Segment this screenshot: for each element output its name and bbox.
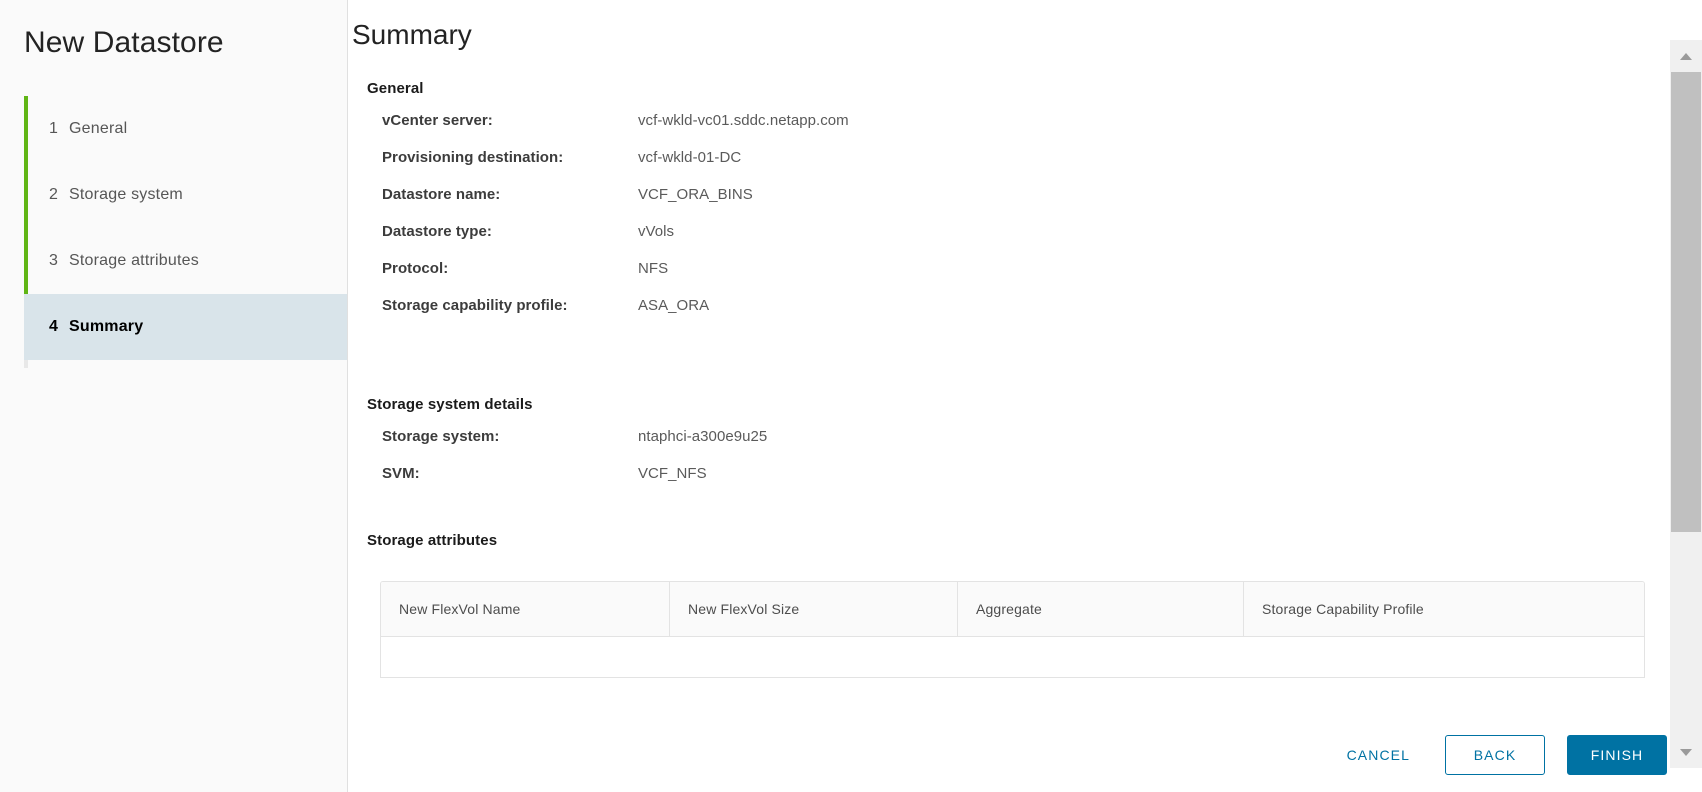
step-label: Storage system	[69, 186, 183, 203]
column-header-aggregate[interactable]: Aggregate	[957, 582, 1243, 636]
storage-system-fields: Storage system: ntaphci-a300e9u25 SVM: V…	[348, 428, 1702, 502]
scroll-up-button[interactable]	[1670, 40, 1702, 72]
scrollbar-thumb[interactable]	[1671, 72, 1701, 532]
column-header-new-flexvol-name[interactable]: New FlexVol Name	[381, 582, 669, 636]
general-fields: vCenter server: vcf-wkld-vc01.sddc.netap…	[348, 112, 1702, 334]
scroll-down-button[interactable]	[1670, 736, 1702, 768]
storage-attributes-table: New FlexVol Name New FlexVol Size Aggreg…	[380, 581, 1645, 678]
field-label: Protocol:	[382, 260, 449, 277]
step-number: 2	[49, 186, 59, 203]
chevron-up-icon	[1680, 52, 1692, 60]
field-label: vCenter server:	[382, 112, 493, 129]
wizard-title: New Datastore	[24, 26, 224, 59]
field-value: NFS	[638, 260, 669, 277]
summary-content: Summary General vCenter server: vcf-wkld…	[348, 0, 1702, 718]
column-header-new-flexvol-size[interactable]: New FlexVol Size	[669, 582, 957, 636]
back-button[interactable]: BACK	[1445, 735, 1545, 775]
storage-system-details-section: Storage system details Storage system: n…	[348, 396, 1702, 502]
finish-button[interactable]: FINISH	[1567, 735, 1667, 775]
page-title: Summary	[352, 19, 472, 50]
table-body	[381, 637, 1644, 677]
step-number: 1	[49, 120, 59, 137]
field-storage-system: Storage system: ntaphci-a300e9u25	[348, 428, 1702, 465]
chevron-down-icon	[1680, 748, 1692, 756]
field-provisioning-destination: Provisioning destination: vcf-wkld-01-DC	[348, 149, 1702, 186]
step-label: Storage attributes	[69, 252, 199, 269]
wizard-step-list: 1 General 2 Storage system 3 Storage att…	[0, 96, 347, 368]
sidebar-step-storage-system[interactable]: 2 Storage system	[24, 162, 347, 228]
field-label: Datastore type:	[382, 223, 492, 240]
field-value: ASA_ORA	[638, 297, 710, 314]
cancel-button[interactable]: CANCEL	[1328, 736, 1429, 774]
table-header-row: New FlexVol Name New FlexVol Size Aggreg…	[381, 582, 1644, 637]
wizard-sidebar: New Datastore 1 General 2 Storage system…	[0, 0, 348, 792]
vertical-scrollbar[interactable]	[1670, 40, 1702, 768]
field-value: ntaphci-a300e9u25	[638, 428, 768, 445]
step-label: General	[69, 120, 128, 137]
storage-system-details-heading: Storage system details	[367, 396, 533, 413]
storage-attributes-heading: Storage attributes	[367, 532, 498, 549]
field-svm: SVM: VCF_NFS	[348, 465, 1702, 502]
field-datastore-type: Datastore type: vVols	[348, 223, 1702, 260]
sidebar-step-summary[interactable]: 4 Summary	[24, 294, 347, 360]
field-value: vVols	[638, 223, 675, 240]
general-section: General vCenter server: vcf-wkld-vc01.sd…	[348, 80, 1702, 334]
step-number: 3	[49, 252, 59, 269]
field-protocol: Protocol: NFS	[348, 260, 1702, 297]
field-label: Provisioning destination:	[382, 149, 564, 166]
wizard-main-pane: Summary General vCenter server: vcf-wkld…	[348, 0, 1702, 792]
step-label: Summary	[69, 318, 144, 335]
field-value: vcf-wkld-01-DC	[638, 149, 742, 166]
column-header-storage-capability-profile[interactable]: Storage Capability Profile	[1243, 582, 1644, 636]
field-datastore-name: Datastore name: VCF_ORA_BINS	[348, 186, 1702, 223]
step-number: 4	[49, 318, 59, 335]
field-label: Storage system:	[382, 428, 500, 445]
storage-attributes-section: Storage attributes New FlexVol Name New …	[348, 532, 1702, 678]
field-label: Datastore name:	[382, 186, 501, 203]
field-value: VCF_NFS	[638, 465, 707, 482]
field-value: vcf-wkld-vc01.sddc.netapp.com	[638, 112, 849, 129]
new-datastore-wizard: New Datastore 1 General 2 Storage system…	[0, 0, 1702, 792]
field-label: SVM:	[382, 465, 420, 482]
field-label: Storage capability profile:	[382, 297, 568, 314]
sidebar-step-storage-attributes[interactable]: 3 Storage attributes	[24, 228, 347, 294]
general-heading: General	[367, 80, 424, 97]
sidebar-step-general[interactable]: 1 General	[24, 96, 347, 162]
field-vcenter-server: vCenter server: vcf-wkld-vc01.sddc.netap…	[348, 112, 1702, 149]
field-storage-capability-profile: Storage capability profile: ASA_ORA	[348, 297, 1702, 334]
field-value: VCF_ORA_BINS	[638, 186, 753, 203]
wizard-footer: CANCEL BACK FINISH	[348, 718, 1702, 792]
